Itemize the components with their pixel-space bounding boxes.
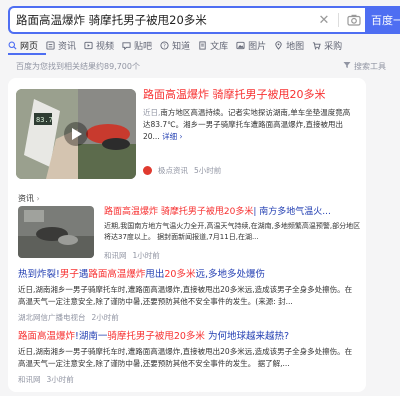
result-meta: 湖北网信广播电视台 2小时前 [18,312,358,323]
title-part: !湖南一 [75,331,108,342]
result-time: 2小时前 [91,313,119,322]
title-part: 甩出 [145,269,165,280]
active-tab-indicator [8,53,46,55]
result-2: 路面高温爆炸 骑摩托男子被甩20多米| 南方多地气温火... 近期,我国南方地方… [104,206,364,243]
result-video-thumbnail[interactable]: 83.7 [16,89,136,179]
result-3: 热到炸裂!男子遇路面高温爆炸甩出20多米远,多地多处爆伤 近日,湖南湘乡一男子骑… [18,268,358,323]
result-title-link[interactable]: 路面高温爆炸!湖南一骑摩托男子被甩20多米 为何地球越来越热? [18,330,358,343]
result-date: 近日, [143,108,161,117]
tab-label: 图片 [248,41,267,52]
map-icon [275,40,282,50]
svg-text:83.7: 83.7 [36,116,53,124]
result-source[interactable]: 和讯网 [18,374,41,385]
search-button[interactable]: 百度一 [365,6,400,34]
filter-icon [343,62,351,68]
title-highlight: 20多米 [164,269,196,280]
result-1: 路面高温爆炸 骑摩托男子被甩20多米 近日,南方地区高温持续。记者实地探访湖南,… [143,87,353,143]
tab-label: 文库 [210,41,229,52]
result-title-link[interactable]: 路面高温爆炸 骑摩托男子被甩20多米| 南方多地气温火... [104,206,364,219]
title-part: 远,多地多处爆伤 [195,269,265,280]
search-tools-label: 搜索工具 [354,62,386,71]
result-meta: 和讯网 1小时前 [104,250,160,261]
chevron-right-icon: › [36,194,40,203]
tab-wenku[interactable]: 文库 [198,38,228,52]
web-page-icon [8,41,17,50]
svg-text:?: ? [163,43,166,49]
result-abstract: 近日,湖南湘乡一男子骑摩托车时,遭路面高温爆炸,直接被甩出20多米远,造成该男子… [18,285,353,306]
result-title-link[interactable]: 热到炸裂!男子遇路面高温爆炸甩出20多米远,多地多处爆伤 [18,268,358,281]
search-input[interactable] [10,13,314,27]
title-highlight: 男子 [59,269,79,280]
camera-icon[interactable] [343,14,365,26]
title-highlight: 路面高温爆炸 [88,269,146,280]
image-icon [236,41,245,49]
title-part: 遇 [78,269,89,280]
more-link[interactable]: 详细 › [162,132,182,141]
result-abstract: 近日,湖南湘乡一男子骑摩托车时,遭路面高温爆炸,直接被甩出20多米远,造成该男子… [18,347,353,368]
title-highlight: 路面高温爆炸 [18,331,76,342]
result-meta: 极点资讯 5小时前 [143,165,221,176]
search-tools-button[interactable]: 搜索工具 [343,61,386,72]
search-bar: ✕ 百度一 [8,6,400,34]
tab-images[interactable]: 图片 [236,38,266,52]
search-results-page: ✕ 百度一 网页 资讯 视频 贴吧 ? 知道 [0,0,400,396]
tieba-icon [122,41,131,50]
news-icon [46,40,55,50]
result-time: 3小时前 [46,375,74,384]
news-section-label[interactable]: 资讯 › [18,193,40,204]
tab-label: 知道 [172,41,191,52]
result-info-line: 百度为您找到相关结果约89,700个 搜索工具 [16,61,386,72]
result-time: 5小时前 [194,166,222,175]
tab-purchase[interactable]: 采购 [312,38,342,52]
result-source[interactable]: 湖北网信广播电视台 [18,312,86,323]
section-label-text: 资讯 [18,194,34,203]
tab-label: 资讯 [58,41,77,52]
tab-tieba[interactable]: 贴吧 [122,38,152,52]
clear-icon[interactable]: ✕ [314,13,334,28]
result-time: 1小时前 [132,251,160,260]
tab-video[interactable]: 视频 [84,38,114,52]
results-card: 83.7 路面高温爆炸 骑摩托男子被甩20多米 近日,南方地区高温持续。记者实地… [8,78,366,392]
tab-label: 网页 [20,41,39,52]
tab-label: 视频 [96,41,115,52]
tab-label: 地图 [286,41,305,52]
search-tabs: 网页 资讯 视频 贴吧 ? 知道 文库 图片 地图 采购 [0,38,400,52]
search-box: ✕ [8,6,365,34]
video-icon [84,41,93,49]
zhidao-icon: ? [160,40,169,49]
tab-web[interactable]: 网页 [8,38,38,52]
tab-zhidao[interactable]: ? 知道 [160,38,190,52]
title-rest: | 南方多地气温火... [253,207,331,217]
title-highlight: 骑摩托男子被甩20多米 [107,331,205,342]
wenku-icon [199,40,206,50]
result-4: 路面高温爆炸!湖南一骑摩托男子被甩20多米 为何地球越来越热? 近日,湖南湘乡一… [18,330,358,385]
source-logo-icon [143,166,152,175]
result-meta: 和讯网 3小时前 [18,374,358,385]
purchase-icon [313,41,321,49]
divider [338,13,339,27]
title-part: 热到炸裂! [18,269,60,280]
tab-label: 贴吧 [134,41,153,52]
result-abstract: 近期,我国南方地方气温火力全开,高温天气持续,在湖南,多地频繁高温预警,部分地区… [104,222,361,241]
tab-news[interactable]: 资讯 [46,38,76,52]
result-source[interactable]: 极点资讯 [158,165,188,176]
result-count: 百度为您找到相关结果约89,700个 [16,62,140,71]
result-thumbnail[interactable] [18,206,94,258]
tab-map[interactable]: 地图 [274,38,304,52]
result-abstract: 近日,南方地区高温持续。记者实地探访湖南,单车坐垫温度竟高达83.7℃。湘乡一男… [143,107,353,143]
result-source[interactable]: 和讯网 [104,250,127,261]
title-part: 为何地球越来越热? [204,331,289,342]
result-title-link[interactable]: 路面高温爆炸 骑摩托男子被甩20多米 [143,87,353,102]
title-highlight: 路面高温爆炸 骑摩托男子被甩20多米 [104,207,254,217]
tab-label: 采购 [324,41,343,52]
